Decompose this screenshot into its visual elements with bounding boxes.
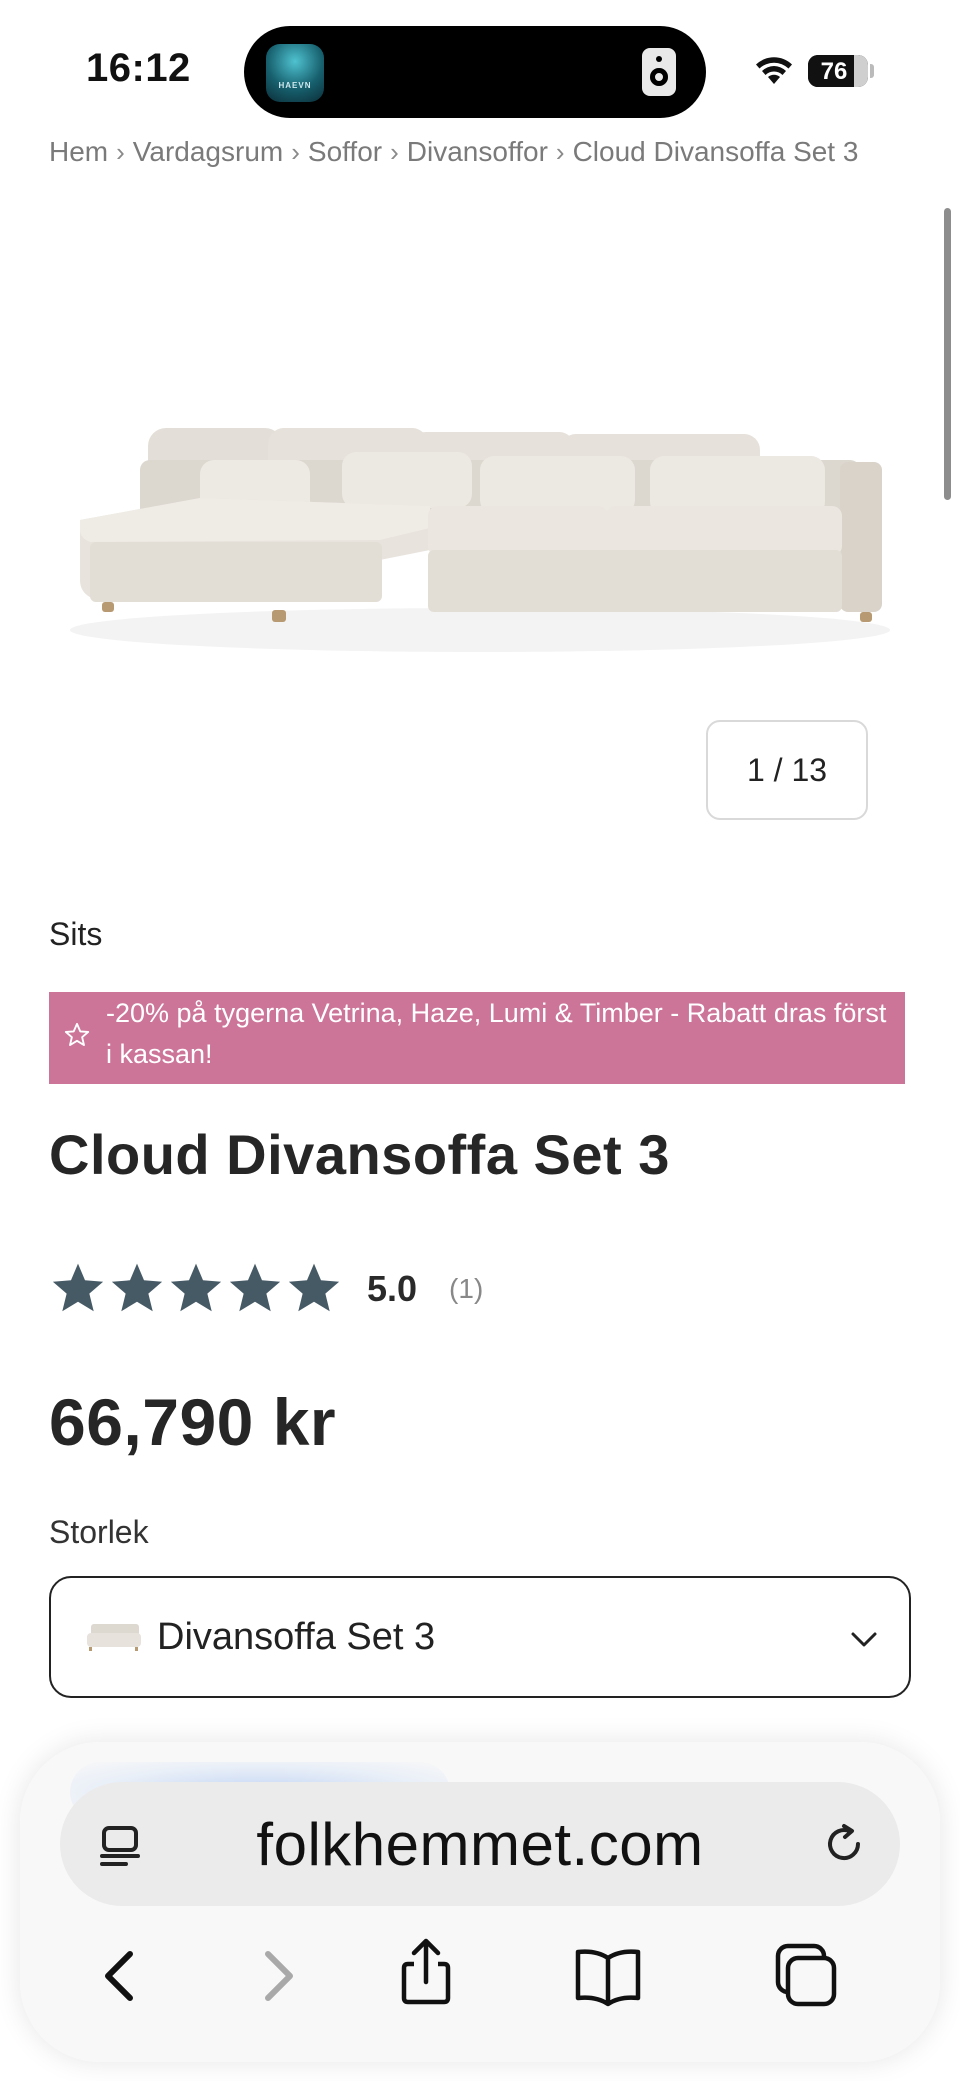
forward-button[interactable]	[236, 1936, 316, 2016]
rating-count: (1)	[449, 1273, 484, 1304]
sofa-thumbnail	[87, 1624, 141, 1651]
star-icon	[170, 1263, 222, 1312]
rating[interactable]: 5.0 (1)	[49, 1258, 483, 1320]
share-icon	[401, 1938, 451, 2005]
bookmarks-button[interactable]	[568, 1936, 648, 2016]
browser-toolbar: folkhemmet.com	[20, 1742, 940, 2062]
breadcrumb-item[interactable]: Vardagsrum	[133, 136, 283, 167]
breadcrumb-separator: ›	[291, 137, 300, 167]
rating-stars	[49, 1260, 344, 1318]
page: 16:12 HAEVN 76 Hem › Vardagsrum › Soffor › Div…	[0, 0, 960, 2081]
image-counter[interactable]: 1 / 13	[706, 720, 868, 820]
star-outline-icon	[64, 1022, 90, 1046]
rating-value: 5.0	[367, 1268, 418, 1309]
star-icon	[229, 1263, 281, 1312]
breadcrumb-item[interactable]: Hem	[49, 136, 108, 167]
size-label: Storlek	[49, 1514, 149, 1550]
product-title: Cloud Divansoffa Set 3	[49, 1123, 670, 1186]
promo-text: -20% på tygerna Vetrina, Haze, Lumi & Ti…	[106, 998, 887, 1069]
forward-icon	[265, 1951, 293, 2001]
island-app-icon: HAEVN	[266, 44, 324, 102]
section-label: Sits	[49, 916, 103, 952]
size-select-value: Divansoffa Set 3	[157, 1616, 436, 1658]
breadcrumb-item[interactable]: Soffor	[308, 136, 382, 167]
battery-icon: 76	[808, 55, 868, 87]
breadcrumb-separator: ›	[555, 137, 565, 167]
bookmarks-icon	[575, 1949, 641, 2007]
chevron-down-icon	[851, 1632, 877, 1647]
speaker-icon	[642, 48, 676, 96]
tabs-icon	[775, 1943, 837, 2007]
back-button[interactable]	[82, 1936, 162, 2016]
breadcrumb-item[interactable]: Cloud Divansoffa Set 3	[573, 136, 859, 167]
island-app-label: HAEVN	[278, 81, 312, 90]
promo-banner: -20% på tygerna Vetrina, Haze, Lumi & Ti…	[49, 992, 905, 1084]
tabs-button[interactable]	[766, 1936, 846, 2016]
reload-icon[interactable]	[818, 1818, 870, 1870]
breadcrumb-separator: ›	[390, 137, 399, 167]
scroll-indicator[interactable]	[944, 208, 951, 500]
share-button[interactable]	[386, 1932, 466, 2012]
back-icon	[105, 1951, 133, 2001]
size-select[interactable]: Divansoffa Set 3	[49, 1576, 911, 1698]
url-text[interactable]: folkhemmet.com	[60, 1810, 900, 1879]
breadcrumb-separator: ›	[116, 137, 125, 167]
address-bar[interactable]: folkhemmet.com	[60, 1782, 900, 1906]
battery-level: 76	[820, 58, 848, 85]
breadcrumb-item[interactable]: Divansoffor	[407, 136, 548, 167]
status-bar: 16:12 HAEVN 76	[0, 0, 960, 130]
wifi-icon	[756, 57, 792, 84]
star-icon	[52, 1263, 104, 1312]
star-icon	[111, 1263, 163, 1312]
dynamic-island[interactable]: HAEVN	[244, 26, 706, 118]
status-time: 16:12	[86, 46, 191, 90]
product-price: 66,790 kr	[49, 1385, 337, 1459]
battery-tip	[870, 64, 874, 78]
product-image[interactable]	[50, 310, 910, 750]
star-icon	[288, 1263, 340, 1312]
breadcrumb: Hem › Vardagsrum › Soffor › Divansoffor › Cloud …	[49, 136, 858, 168]
